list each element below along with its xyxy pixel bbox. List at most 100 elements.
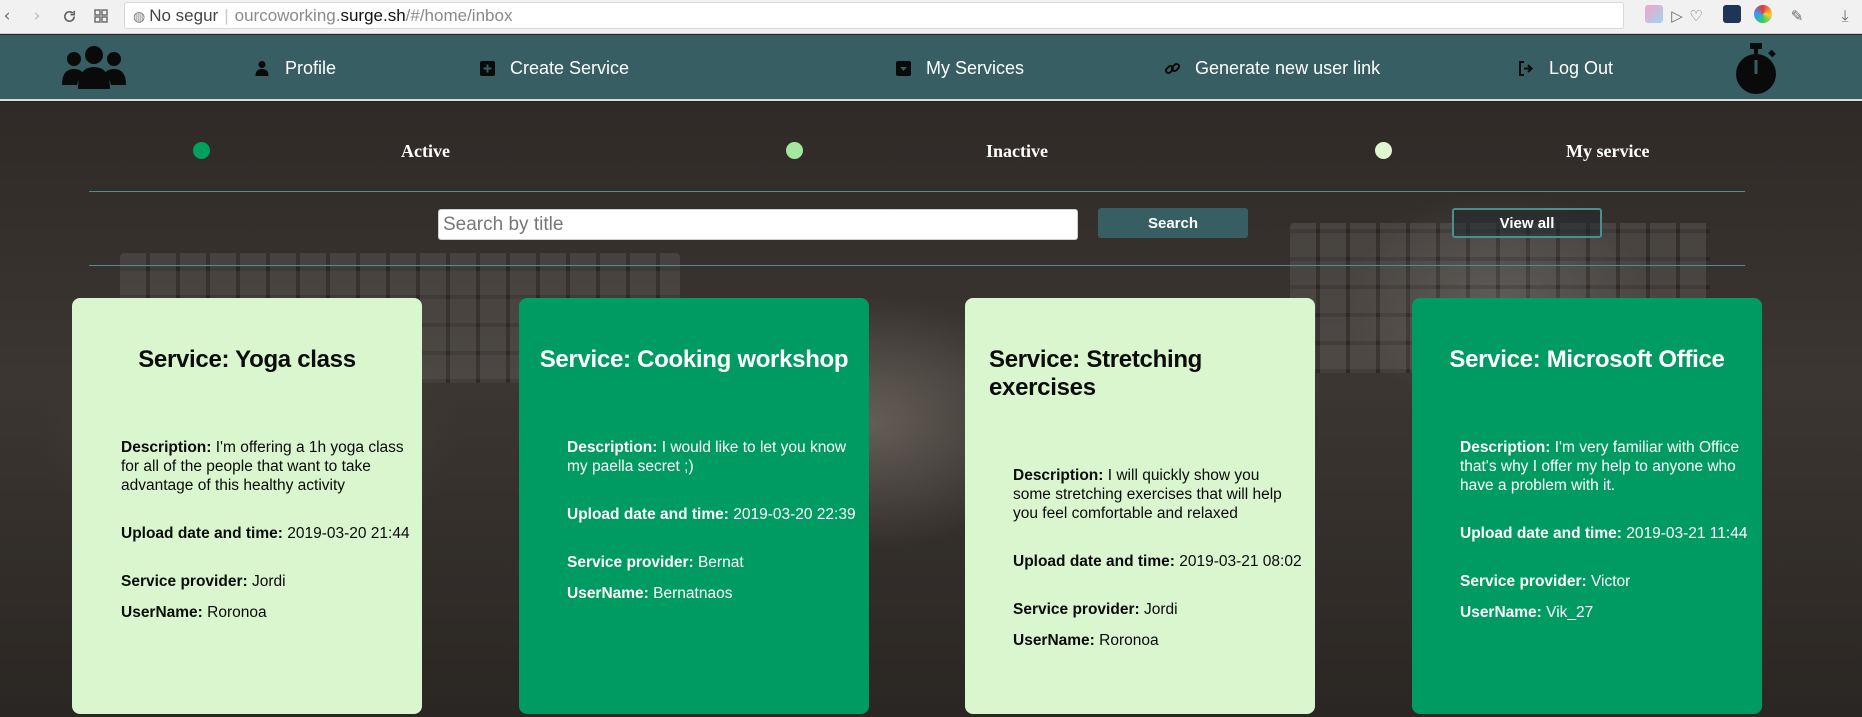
description-label: Description: [567,439,658,456]
service-title: Service: Cooking workshop [539,346,849,373]
link-icon [1163,59,1181,77]
username-label: UserName: [1460,604,1542,621]
service-provider: Service provider: Jordi [121,572,286,591]
my-service-status-dot[interactable] [1375,142,1392,159]
address-bar[interactable]: ◍ No segur | ourcoworking.surge.sh/#/home/i… [124,2,1624,29]
forward-icon[interactable]: › [26,5,48,27]
service-card[interactable]: Service: Microsoft Office Description: I… [1412,298,1762,714]
view-all-button[interactable]: View all [1452,208,1602,238]
service-description: Description: I'm very familiar with Offi… [1460,438,1750,495]
provider-value: Bernat [697,554,744,571]
url-host: surge.sh [340,6,406,25]
url-separator: | [224,6,229,25]
app-header: Profile Create Service My Services Gener… [0,35,1862,101]
plus-square-icon [478,59,496,77]
eyedropper-icon[interactable]: ✎ [1786,5,1808,27]
browser-toolbar: ‹ › ◍ No segur | ourcoworking.surge.sh/#/ho… [0,0,1862,34]
nav-log-out[interactable]: Log Out [1517,35,1613,101]
upload-label: Upload date and time: [567,506,729,523]
service-upload: Upload date and time: 2019-03-20 22:39 [567,505,867,524]
caret-square-down-icon [894,59,912,77]
nav-generate-link[interactable]: Generate new user link [1163,35,1380,101]
active-status-dot[interactable] [193,142,210,159]
status-filters: Active Inactive My service [0,137,1862,167]
service-provider: Service provider: Jordi [1013,600,1178,619]
upload-label: Upload date and time: [121,525,283,542]
nav-my-services-label: My Services [926,57,1025,78]
globe-icon: ◍ [133,9,146,25]
service-card[interactable]: Service: Cooking workshop Description: I… [519,298,869,714]
service-username: UserName: Bernatnaos [567,584,732,603]
service-description: Description: I will quickly show you som… [1013,466,1298,523]
upload-value: 2019-03-20 22:39 [733,506,856,523]
provider-label: Service provider: [121,573,248,590]
service-username: UserName: Vik_27 [1460,603,1593,622]
username-value: Bernatnaos [653,585,733,602]
filter-active[interactable]: Active [401,141,450,162]
search-button[interactable]: Search [1098,208,1248,238]
description-label: Description: [1013,467,1104,484]
provider-value: Victor [1590,573,1631,590]
service-card[interactable]: Service: Stretching exercises Descriptio… [965,298,1315,714]
divider [89,191,1745,192]
description-label: Description: [121,439,212,456]
username-label: UserName: [121,604,203,621]
upload-label: Upload date and time: [1013,553,1175,570]
sign-out-icon [1517,59,1535,77]
service-provider: Service provider: Victor [1460,572,1630,591]
username-label: UserName: [567,585,649,602]
provider-label: Service provider: [1013,601,1140,618]
url-host-prefix: ourcoworking. [234,6,341,25]
group-logo-icon[interactable] [62,43,126,96]
inactive-status-dot[interactable] [786,142,803,159]
username-value: Roronoa [1099,632,1159,649]
nav-create-service-label: Create Service [510,57,630,78]
filter-inactive[interactable]: Inactive [986,141,1048,162]
nav-profile-label: Profile [285,57,337,78]
nav-profile[interactable]: Profile [253,35,336,101]
upload-value: 2019-03-21 08:02 [1179,553,1302,570]
stopwatch-icon[interactable] [1734,43,1778,100]
service-description: Description: I would like to let you kno… [567,438,857,476]
provider-value: Jordi [251,573,286,590]
provider-label: Service provider: [1460,573,1587,590]
download-icon[interactable]: ⤓ [1834,5,1856,27]
divider [89,265,1745,266]
service-upload: Upload date and time: 2019-03-21 08:02 [1013,552,1313,571]
username-label: UserName: [1013,632,1095,649]
reload-icon[interactable] [58,5,80,27]
service-description: Description: I'm offering a 1h yoga clas… [121,438,411,495]
nav-generate-link-label: Generate new user link [1195,57,1381,78]
service-title: Service: Microsoft Office [1449,346,1725,373]
upload-value: 2019-03-20 21:44 [287,525,410,542]
cube-extension-icon[interactable] [1645,5,1663,23]
back-icon[interactable]: ‹ [0,5,18,27]
service-provider: Service provider: Bernat [567,553,744,572]
nav-log-out-label: Log Out [1549,57,1614,78]
service-card[interactable]: Service: Yoga class Description: I'm off… [72,298,422,714]
upload-label: Upload date and time: [1460,525,1622,542]
url-path: /#/home/inbox [405,6,513,25]
filter-my-service[interactable]: My service [1566,141,1649,162]
service-upload: Upload date and time: 2019-03-21 11:44 [1460,524,1760,543]
search-input[interactable] [438,209,1078,240]
nav-my-services[interactable]: My Services [894,35,1024,101]
security-label: No segur [149,6,219,25]
user-icon [253,59,271,77]
description-label: Description: [1460,439,1551,456]
color-extension-icon[interactable] [1754,5,1772,23]
provider-label: Service provider: [567,554,694,571]
service-title: Service: Yoga class [138,346,356,373]
service-username: UserName: Roronoa [121,603,267,622]
username-value: Roronoa [207,604,267,621]
provider-value: Jordi [1143,601,1178,618]
upload-value: 2019-03-21 11:44 [1626,525,1748,542]
nav-create-service[interactable]: Create Service [478,35,629,101]
username-value: Vik_27 [1546,604,1594,621]
heart-icon[interactable]: ♡ [1685,5,1707,27]
apps-grid-icon[interactable] [90,5,112,27]
service-upload: Upload date and time: 2019-03-20 21:44 [121,524,421,543]
dev-extension-icon[interactable] [1723,5,1741,23]
service-username: UserName: Roronoa [1013,631,1159,650]
service-title: Service: Stretching exercises [989,346,1203,401]
